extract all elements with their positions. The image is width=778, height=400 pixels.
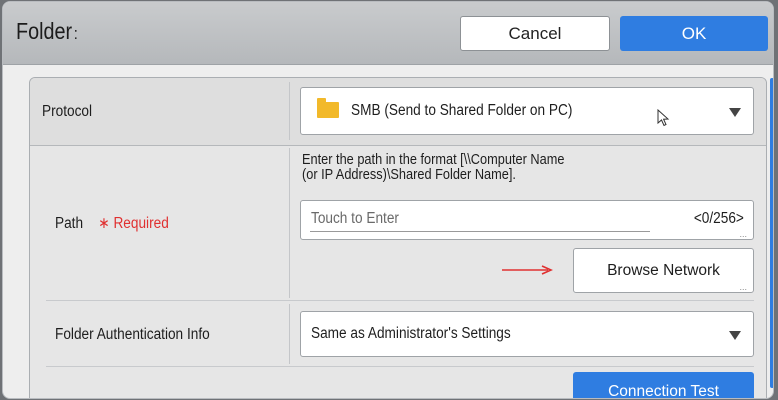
path-placeholder: Touch to Enter <box>311 210 399 227</box>
more-dots-icon: ... <box>739 282 747 292</box>
path-label-text: Path <box>55 215 84 232</box>
red-arrow-icon <box>502 265 553 275</box>
path-input[interactable]: Touch to Enter <0/256> ... <box>300 200 754 240</box>
auth-label: Folder Authentication Info <box>55 326 210 343</box>
protocol-label: Protocol <box>42 103 93 120</box>
input-underline <box>310 231 650 232</box>
divider <box>46 366 754 367</box>
divider <box>289 82 290 140</box>
dialog-title: Folder: <box>16 18 78 45</box>
browse-network-button[interactable]: Browse Network ... <box>573 248 754 293</box>
required-indicator: ∗ Required <box>98 215 169 232</box>
chevron-down-icon <box>729 331 741 340</box>
auth-select[interactable]: Same as Administrator's Settings <box>300 311 754 357</box>
ok-button[interactable]: OK <box>620 16 768 51</box>
browse-network-label: Browse Network <box>607 262 720 279</box>
hint-line-2: (or IP Address)\Shared Folder Name]. <box>302 167 516 183</box>
mouse-cursor-icon <box>657 109 670 127</box>
divider <box>46 300 754 301</box>
folder-dialog: Folder: Cancel OK Protocol SMB (Send to … <box>2 1 774 399</box>
scrollbar[interactable] <box>770 78 773 388</box>
dialog-title-text: Folder <box>16 18 73 44</box>
more-dots-icon: ... <box>739 229 747 239</box>
chevron-down-icon <box>729 108 741 117</box>
auth-value: Same as Administrator's Settings <box>311 325 511 342</box>
folder-icon <box>317 98 339 118</box>
protocol-select[interactable]: SMB (Send to Shared Folder on PC) <box>300 87 754 135</box>
path-label: Path ∗ Required <box>55 214 169 233</box>
connection-test-button[interactable]: Connection Test <box>573 372 754 399</box>
divider <box>289 148 290 298</box>
character-counter: <0/256> <box>693 210 744 227</box>
connection-test-label: Connection Test <box>608 383 719 399</box>
cancel-button[interactable]: Cancel <box>460 16 610 51</box>
hint-line-1: Enter the path in the format [\\Computer… <box>302 152 565 168</box>
settings-panel: Protocol SMB (Send to Shared Folder on P… <box>29 77 767 399</box>
divider <box>289 304 290 364</box>
dialog-header: Folder: Cancel OK <box>3 2 773 65</box>
protocol-value: SMB (Send to Shared Folder on PC) <box>351 102 573 119</box>
dialog-title-colon: : <box>73 24 78 43</box>
path-format-hint: Enter the path in the format [\\Computer… <box>302 153 564 183</box>
